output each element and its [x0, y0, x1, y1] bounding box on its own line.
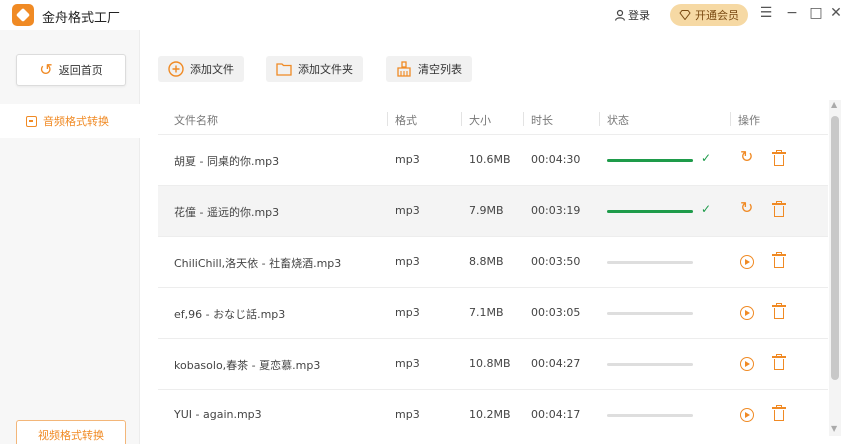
column-divider: [387, 112, 388, 126]
file-name: kobasolo,春茶 - 夏恋慕.mp3: [174, 359, 321, 372]
file-size: 7.9MB: [469, 204, 504, 217]
column-header-status: 状态: [607, 114, 629, 127]
close-button[interactable]: ✕: [828, 5, 844, 21]
minimize-button[interactable]: −: [784, 5, 800, 21]
folder-icon: [276, 63, 292, 76]
play-circle-icon[interactable]: [740, 408, 754, 422]
progress-bar: [607, 363, 693, 366]
table-row[interactable]: ChiliChill,洛天依 - 社畜烧酒.mp3 mp3 8.8MB 00:0…: [158, 236, 828, 287]
trash-icon[interactable]: [772, 303, 786, 320]
trash-icon[interactable]: [772, 252, 786, 269]
play-circle-icon[interactable]: [740, 306, 754, 320]
clear-list-button[interactable]: 清空列表: [386, 56, 472, 82]
column-header-name: 文件名称: [174, 114, 218, 127]
scroll-down-icon[interactable]: ▼: [831, 424, 837, 433]
column-divider: [523, 112, 524, 126]
table-header: 文件名称 格式 大小 时长 状态 操作: [158, 104, 828, 134]
trash-icon[interactable]: [772, 150, 786, 167]
back-home-button[interactable]: ↺ 返回首页: [16, 54, 126, 86]
progress-fill: [607, 159, 693, 162]
clear-list-label: 清空列表: [418, 63, 462, 76]
progress-bar: [607, 261, 693, 264]
trash-icon[interactable]: [772, 354, 786, 371]
file-name: 胡夏 - 同桌的你.mp3: [174, 155, 280, 168]
column-header-format: 格式: [395, 114, 417, 127]
column-header-actions: 操作: [738, 114, 760, 127]
file-size: 10.8MB: [469, 357, 511, 370]
video-convert-button[interactable]: 视频格式转换: [16, 420, 126, 444]
column-divider: [730, 112, 731, 126]
check-icon: ✓: [701, 151, 712, 165]
title-bar: 金舟格式工厂 登录 开通会员 ☰ − □ ✕: [0, 0, 847, 30]
return-arrow-icon: ↺: [39, 60, 53, 79]
audio-file-icon: [26, 115, 37, 127]
file-duration: 00:03:19: [531, 204, 581, 217]
progress-fill: [607, 210, 693, 213]
refresh-icon[interactable]: ↻: [740, 200, 753, 216]
table-row[interactable]: 胡夏 - 同桌的你.mp3 mp3 10.6MB 00:04:30 ✓ ↻: [158, 134, 828, 185]
column-header-size: 大小: [469, 114, 491, 127]
add-folder-button[interactable]: 添加文件夹: [266, 56, 363, 82]
column-divider: [599, 112, 600, 126]
progress-bar: [607, 414, 693, 417]
diamond-icon: [679, 10, 691, 20]
file-duration: 00:03:05: [531, 306, 581, 319]
refresh-icon[interactable]: ↻: [740, 149, 753, 165]
table-row[interactable]: ef,96 - おなじ話.mp3 mp3 7.1MB 00:03:05: [158, 287, 828, 338]
trash-icon[interactable]: [772, 405, 786, 422]
add-file-button[interactable]: 添加文件: [158, 56, 244, 82]
menu-icon[interactable]: ☰: [758, 5, 774, 21]
add-folder-label: 添加文件夹: [298, 63, 353, 76]
add-file-label: 添加文件: [190, 63, 234, 76]
vip-label: 开通会员: [695, 9, 739, 22]
progress-bar: [607, 159, 693, 162]
table-row[interactable]: 花僮 - 遥远的你.mp3 mp3 7.9MB 00:03:19 ✓ ↻: [158, 185, 828, 236]
check-icon: ✓: [701, 202, 712, 216]
file-name: 花僮 - 遥远的你.mp3: [174, 206, 280, 219]
file-duration: 00:04:27: [531, 357, 581, 370]
file-name: ChiliChill,洛天依 - 社畜烧酒.mp3: [174, 257, 342, 270]
file-duration: 00:04:30: [531, 153, 581, 166]
file-format: mp3: [395, 255, 420, 268]
sidebar-item-audio-convert[interactable]: 音频格式转换: [0, 104, 140, 138]
login-button[interactable]: 登录: [614, 7, 650, 23]
column-divider: [461, 112, 462, 126]
file-size: 10.6MB: [469, 153, 511, 166]
app-title: 金舟格式工厂: [42, 11, 121, 26]
vip-button[interactable]: 开通会员: [670, 4, 748, 26]
progress-bar: [607, 210, 693, 213]
file-format: mp3: [395, 204, 420, 217]
file-format: mp3: [395, 408, 420, 421]
login-label: 登录: [628, 9, 650, 22]
table-row[interactable]: YUI - again.mp3 mp3 10.2MB 00:04:17: [158, 389, 828, 440]
file-duration: 00:03:50: [531, 255, 581, 268]
progress-bar: [607, 312, 693, 315]
broom-icon: [397, 61, 411, 77]
play-circle-icon[interactable]: [740, 255, 754, 269]
file-format: mp3: [395, 153, 420, 166]
app-window: 金舟格式工厂 登录 开通会员 ☰ − □ ✕ ↺ 返回首页 音频格式转换 视频格…: [0, 0, 847, 444]
trash-icon[interactable]: [772, 201, 786, 218]
back-home-label: 返回首页: [58, 64, 103, 77]
file-format: mp3: [395, 306, 420, 319]
sidebar-item-label: 音频格式转换: [43, 115, 109, 128]
file-format: mp3: [395, 357, 420, 370]
scrollbar-thumb[interactable]: [831, 116, 839, 380]
file-duration: 00:04:17: [531, 408, 581, 421]
column-header-duration: 时长: [531, 114, 553, 127]
file-size: 7.1MB: [469, 306, 504, 319]
file-name: ef,96 - おなじ話.mp3: [174, 308, 286, 321]
file-size: 10.2MB: [469, 408, 511, 421]
play-circle-icon[interactable]: [740, 357, 754, 371]
maximize-button[interactable]: □: [808, 5, 824, 21]
scroll-up-icon[interactable]: ▲: [831, 100, 837, 109]
table-row[interactable]: kobasolo,春茶 - 夏恋慕.mp3 mp3 10.8MB 00:04:2…: [158, 338, 828, 389]
sidebar: ↺ 返回首页 音频格式转换 视频格式转换: [0, 30, 140, 444]
user-icon: [614, 9, 626, 21]
app-logo-icon: [12, 4, 34, 26]
file-name: YUI - again.mp3: [174, 408, 262, 421]
plus-circle-icon: [168, 61, 184, 77]
file-size: 8.8MB: [469, 255, 504, 268]
